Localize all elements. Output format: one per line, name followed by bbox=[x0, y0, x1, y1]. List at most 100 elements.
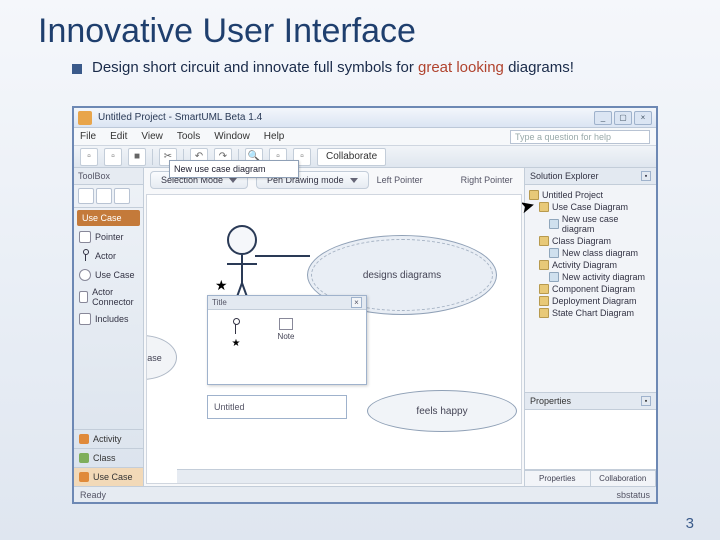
right-pointer-label: Right Pointer bbox=[461, 175, 513, 185]
tool-includes[interactable]: Includes bbox=[74, 310, 143, 328]
horizontal-scrollbar[interactable] bbox=[177, 469, 521, 483]
chevron-down-icon bbox=[350, 178, 358, 183]
tree-label: Activity Diagram bbox=[552, 260, 617, 270]
tree-label: State Chart Diagram bbox=[552, 308, 634, 318]
tree-node[interactable]: Component Diagram bbox=[529, 283, 652, 295]
tab-properties[interactable]: Properties bbox=[525, 471, 591, 486]
tool-actor-connector[interactable]: Actor Connector bbox=[74, 284, 143, 310]
swatch-icon bbox=[79, 453, 89, 463]
pin-button[interactable]: ▪ bbox=[641, 396, 651, 406]
star-icon: ★ bbox=[232, 338, 241, 349]
bullet-part-c: diagrams! bbox=[508, 59, 574, 76]
tree-label: New activity diagram bbox=[562, 272, 645, 282]
actor-icon bbox=[230, 318, 242, 336]
folder-icon bbox=[539, 284, 549, 294]
tool-usecase[interactable]: Use Case bbox=[74, 266, 143, 284]
tool-label: Includes bbox=[95, 314, 129, 324]
app-icon bbox=[78, 111, 92, 125]
menu-view[interactable]: View bbox=[141, 131, 163, 142]
mode-toolbar: Selection Mode Pen Drawing mode Left Poi… bbox=[144, 168, 524, 192]
menu-tools[interactable]: Tools bbox=[177, 131, 200, 142]
bullet-icon bbox=[72, 64, 82, 74]
untitled-box[interactable]: Untitled bbox=[207, 395, 347, 419]
tree-label: Use Case Diagram bbox=[552, 202, 628, 212]
palette-close-button[interactable]: × bbox=[351, 297, 362, 308]
solution-explorer-panel: Solution Explorer▪ Untitled Project Use … bbox=[524, 168, 656, 486]
statusbar: Ready sbstatus bbox=[74, 486, 656, 502]
palette-title: Title bbox=[212, 298, 227, 307]
toolbox-header: ToolBox bbox=[74, 168, 143, 185]
bullet-text: Design short circuit and innovate full s… bbox=[92, 59, 574, 76]
tree-node[interactable]: Use Case Diagram bbox=[529, 201, 652, 213]
note-icon bbox=[279, 318, 293, 330]
toolbox-btn[interactable] bbox=[78, 188, 94, 204]
tree-node[interactable]: New use case diagram bbox=[529, 213, 652, 235]
minimize-button[interactable]: _ bbox=[594, 111, 612, 125]
tree-node[interactable]: New activity diagram bbox=[529, 271, 652, 283]
toolbox-panel: ToolBox Use Case Pointer Actor Use Case … bbox=[74, 168, 144, 486]
toolbox-tab-usecase[interactable]: Use Case bbox=[74, 467, 143, 486]
swatch-icon bbox=[79, 434, 89, 444]
usecase-shape[interactable]: Use Case bbox=[146, 335, 177, 380]
diagram-canvas[interactable]: Use Case ★ designs diagrams Title× ★ Not… bbox=[146, 194, 522, 484]
tree-node[interactable]: New class diagram bbox=[529, 247, 652, 259]
tree-root[interactable]: Untitled Project bbox=[529, 189, 652, 201]
pin-button[interactable]: ▪ bbox=[641, 171, 651, 181]
floating-palette[interactable]: Title × ★ Note bbox=[207, 295, 367, 385]
collaborate-button[interactable]: Collaborate bbox=[317, 148, 386, 166]
new-button[interactable]: ▫ bbox=[80, 148, 98, 166]
menu-edit[interactable]: Edit bbox=[110, 131, 127, 142]
titlebar: Untitled Project - SmartUML Beta 1.4 _ ▢… bbox=[74, 108, 656, 128]
status-left: Ready bbox=[80, 490, 106, 500]
toolbox-category-usecase[interactable]: Use Case bbox=[77, 210, 140, 226]
connector-line[interactable] bbox=[255, 255, 310, 257]
diagram-icon bbox=[549, 219, 559, 229]
palette-actor[interactable]: ★ bbox=[216, 318, 256, 349]
palette-label: Note bbox=[278, 332, 295, 341]
save-button[interactable]: ■ bbox=[128, 148, 146, 166]
help-search-input[interactable]: Type a question for help bbox=[510, 130, 650, 144]
tab-label: Properties bbox=[539, 474, 575, 483]
actor-shape[interactable] bbox=[227, 225, 257, 255]
menu-window[interactable]: Window bbox=[214, 131, 250, 142]
tab-label: Class bbox=[93, 453, 116, 463]
toolbox-btn[interactable] bbox=[114, 188, 130, 204]
connector-icon bbox=[79, 291, 88, 303]
tree-node[interactable]: State Chart Diagram bbox=[529, 307, 652, 319]
tool-label: Actor Connector bbox=[92, 287, 138, 307]
close-button[interactable]: × bbox=[634, 111, 652, 125]
toolbox-tab-activity[interactable]: Activity bbox=[74, 429, 143, 448]
slide-number: 3 bbox=[686, 515, 694, 532]
tab-label: Activity bbox=[93, 434, 122, 444]
tree-label: New class diagram bbox=[562, 248, 638, 258]
maximize-button[interactable]: ▢ bbox=[614, 111, 632, 125]
palette-note[interactable]: Note bbox=[266, 318, 306, 349]
tree-node[interactable]: Activity Diagram bbox=[529, 259, 652, 271]
tree-node[interactable]: Deployment Diagram bbox=[529, 295, 652, 307]
tab-collaboration[interactable]: Collaboration bbox=[591, 471, 657, 486]
toolbox-btn[interactable] bbox=[96, 188, 112, 204]
bullet-part-a: Design short circuit and innovate full s… bbox=[92, 59, 414, 76]
slide-title: Innovative User Interface bbox=[0, 0, 720, 51]
toolbox-top-buttons bbox=[74, 185, 143, 208]
tab-label: Collaboration bbox=[599, 474, 646, 483]
menu-help[interactable]: Help bbox=[264, 131, 285, 142]
main-toolbar: ▫ ▫ ■ ✂ ↶ ↷ 🔍 ▫ ▫ Collaborate bbox=[74, 146, 656, 168]
diagram-icon bbox=[549, 272, 559, 282]
usecase-ellipse-2[interactable]: feels happy bbox=[367, 390, 517, 432]
app-window: Untitled Project - SmartUML Beta 1.4 _ ▢… bbox=[72, 106, 658, 504]
tree-label: Component Diagram bbox=[552, 284, 635, 294]
tool-pointer[interactable]: Pointer bbox=[74, 228, 143, 246]
tool-actor[interactable]: Actor bbox=[74, 246, 143, 266]
toolbox-tab-class[interactable]: Class bbox=[74, 448, 143, 467]
folder-icon bbox=[539, 202, 549, 212]
open-button[interactable]: ▫ bbox=[104, 148, 122, 166]
menu-file[interactable]: File bbox=[80, 131, 96, 142]
center-area: Selection Mode Pen Drawing mode Left Poi… bbox=[144, 168, 524, 486]
project-tree[interactable]: Untitled Project Use Case Diagram New us… bbox=[525, 185, 656, 392]
properties-grid[interactable] bbox=[525, 410, 656, 470]
chevron-down-icon bbox=[229, 178, 237, 183]
tree-node[interactable]: Class Diagram bbox=[529, 235, 652, 247]
status-right: sbstatus bbox=[616, 490, 650, 500]
tool-label: Pointer bbox=[95, 232, 124, 242]
